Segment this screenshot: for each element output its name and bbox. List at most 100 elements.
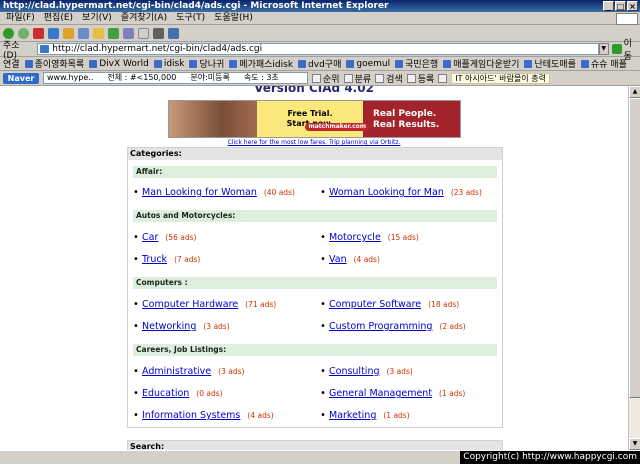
link-item[interactable]: goemul [346,59,390,69]
category-link[interactable]: • Custom Programming (2 ads) [320,321,466,332]
window-title-bar: http://clad.hypermart.net/cgi-bin/clad4/… [0,0,640,12]
page-icon [89,59,98,68]
categories-panel: Categories: Affair: • Man Looking for Wom… [127,147,503,428]
scroll-down-icon[interactable]: ▼ [629,438,640,450]
link-item[interactable]: 종이영화목록 [24,57,84,70]
banner-offer: Free Trial. Start now. matchmaker.com [257,101,369,137]
menu-tools[interactable]: 도구(T) [176,12,205,24]
menu-bar: 파일(F) 편집(E) 보기(V) 즐겨찾기(A) 도구(T) 도움말(H) [0,12,640,25]
maximize-button[interactable]: □ [615,1,626,11]
page-icon [229,59,238,68]
naver-logo[interactable]: Naver [3,72,39,84]
category-link[interactable]: • Motorcycle (15 ads) [320,232,419,243]
page-icon [443,59,452,68]
rank-icon [312,73,321,83]
scroll-thumb[interactable] [629,98,640,398]
print-icon[interactable] [153,28,164,39]
category-link[interactable]: • Administrative (3 ads) [133,366,244,377]
scroll-up-icon[interactable]: ▲ [629,86,640,98]
category-link[interactable]: • Truck (7 ads) [133,254,200,265]
banner-link[interactable]: Click here for the most low fares. Trip … [0,139,628,146]
ad-banner[interactable]: Free Trial. Start now. matchmaker.com Re… [168,100,461,138]
standard-toolbar [0,26,640,42]
category-link[interactable]: • Computer Hardware (71 ads) [133,299,276,310]
naver-search-toolbar: Naver www.hype.. 전체 : #<150,000 분야:미등록 속… [0,71,640,86]
copyright-watermark: Copyright(c) http://www.happycgi.com [460,451,640,464]
category-link[interactable]: • Information Systems (4 ads) [133,410,274,421]
menu-edit[interactable]: 편집(E) [44,12,73,24]
version-heading: Version CIAd 4.02 [254,86,374,95]
category-link[interactable]: • General Management (1 ads) [320,388,465,399]
minimize-button[interactable]: _ [603,1,614,11]
address-bar: 주소(D) http://clad.hypermart.net/cgi-bin/… [0,39,640,62]
status-bar: Copyright(c) http://www.happycgi.com [0,450,640,464]
rank-button[interactable]: 순위 [312,72,340,85]
banner-tagline: Real People. Real Results. [363,101,460,137]
link-item[interactable]: 메가패스idisk [229,57,293,70]
mail-icon [438,73,448,83]
link-item[interactable]: dvd구매 [298,57,341,70]
category-link[interactable]: • Woman Looking for Man (23 ads) [320,187,482,198]
refresh-icon[interactable] [48,28,59,39]
page-content: Version CIAd 4.02 Free Trial. Start now.… [0,86,628,450]
category-icon [343,73,353,83]
page-icon [24,59,33,68]
search-button[interactable]: 검색 [375,72,403,85]
menu-view[interactable]: 보기(V) [82,12,112,24]
menu-help[interactable]: 도움말(H) [214,12,253,24]
links-label: 연결 [3,60,20,70]
window-title: http://clad.hypermart.net/cgi-bin/clad4/… [3,1,389,11]
category-link[interactable]: • Education (0 ads) [133,388,223,399]
search-icon[interactable] [78,28,89,39]
go-arrow-icon [611,44,622,54]
link-item[interactable]: 국민은행 [395,57,438,70]
category-link[interactable]: • Man Looking for Woman (40 ads) [133,187,295,198]
link-item[interactable]: DivX World [89,59,149,69]
edit-icon[interactable] [168,28,179,39]
news-ticker[interactable]: IT 아시아드' 바람몰이 총력 [451,72,550,84]
link-item[interactable]: 슈슈 매플 [580,57,627,70]
section-affair: Affair: [133,166,497,178]
category-link[interactable]: • Van (4 ads) [320,254,380,265]
link-item[interactable]: idisk [153,59,184,69]
category-link[interactable]: • Car (56 ads) [133,232,196,243]
menu-favorites[interactable]: 즐겨찾기(A) [121,12,167,24]
links-bar: 연결 종이영화목록 DivX World idisk 당나귀 메가패스idisk… [0,57,640,71]
mail-icon[interactable] [138,28,149,39]
vertical-scrollbar[interactable]: ▲ ▼ [628,86,640,450]
close-button[interactable]: × [627,1,638,11]
media-icon[interactable] [108,28,119,39]
menu-file[interactable]: 파일(F) [6,12,35,24]
link-item[interactable]: 매플게임다운받기 [443,57,519,70]
page-icon [524,59,533,68]
page-icon [153,59,162,68]
stop-icon[interactable] [33,28,44,39]
categories-header: Categories: [128,148,502,160]
address-dropdown-icon[interactable]: ▼ [598,43,609,55]
category-link[interactable]: • Computer Software (18 ads) [320,299,459,310]
page-icon [298,59,307,68]
search-section-header: Search: [127,440,503,450]
category-link[interactable]: • Networking (3 ads) [133,321,230,332]
matchmaker-logo: matchmaker.com [305,123,369,131]
home-icon[interactable] [63,28,74,39]
search-icon [375,73,385,83]
category-link[interactable]: • Marketing (1 ads) [320,410,410,421]
page-icon [580,59,589,68]
category-button[interactable]: 분류 [343,72,371,85]
favorites-icon[interactable] [93,28,104,39]
page-icon [346,59,355,68]
section-autos: Autos and Motorcycles: [133,210,497,222]
page-icon [395,59,404,68]
category-link[interactable]: • Consulting (3 ads) [320,366,413,377]
register-icon [406,73,416,83]
history-icon[interactable] [123,28,134,39]
address-input[interactable]: http://clad.hypermart.net/cgi-bin/clad4/… [37,43,599,55]
section-careers: Careers, Job Listings: [133,344,497,356]
windows-logo-icon [616,13,638,25]
register-button[interactable]: 등록 [406,72,434,85]
link-item[interactable]: 난테도매를 [524,57,576,70]
mail-button[interactable] [438,73,448,83]
toolbar-search-input[interactable]: www.hype.. 전체 : #<150,000 분야:미등록 속도 : 3초 [43,72,308,84]
link-item[interactable]: 당나귀 [189,57,224,70]
